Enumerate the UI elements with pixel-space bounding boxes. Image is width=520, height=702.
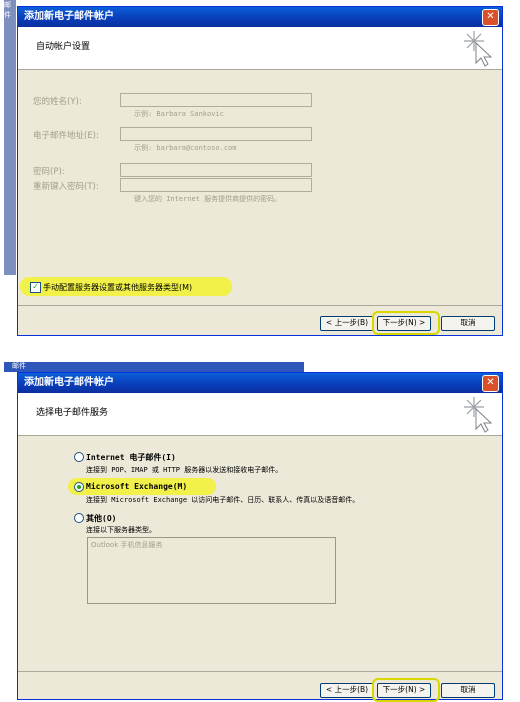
other-label: 其他(O) [86,514,117,523]
retype-password-label: 重新键入密码(T): [33,182,99,192]
cancel-button[interactable]: 取消 [441,683,495,698]
header-title: 选择电子邮件服务 [36,408,109,418]
exchange-desc: 连接到 Microsoft Exchange 以访问电子邮件、日历、联系人、传真… [86,496,360,504]
background-window-label: 邮件 [12,362,26,370]
footer-separator [18,305,502,306]
password-label: 密码(P): [33,167,65,177]
email-label: 电子邮件地址(E): [33,131,99,141]
manual-config-label: 手动配置服务器设置或其他服务器类型(M) [43,283,193,292]
background-taskbar: 邮件 [4,362,304,372]
next-button[interactable]: 下一步(N) > [377,683,431,698]
close-icon: ✕ [486,11,495,22]
add-account-dialog-1: 添加新电子邮件帐户 ✕ 自动帐户设置 您的姓名(Y): 示例: Barbara … [17,6,503,336]
exchange-radio[interactable] [74,482,84,492]
title-bar: 添加新电子邮件帐户 ✕ [18,7,502,27]
name-input[interactable] [120,93,312,107]
wizard-sparkle-icon [464,397,493,433]
add-account-dialog-2: 添加新电子邮件帐户 ✕ 选择电子邮件服务 Internet 电子邮件(I) 连接… [17,372,503,702]
wizard-sparkle-icon [464,31,493,67]
name-hint: 示例: Barbara Sankovic [134,110,224,118]
cancel-button[interactable]: 取消 [441,316,495,331]
close-icon: ✕ [486,377,495,388]
header-title: 自动帐户设置 [36,42,91,52]
other-radio[interactable] [74,513,84,523]
other-server-list[interactable]: Outlook 手机信息服务 [87,537,336,604]
email-hint: 示例: barbara@contoso.com [134,144,237,152]
back-button[interactable]: < 上一步(B) [320,683,374,698]
name-label: 您的姓名(Y): [33,97,82,107]
background-window-label: 邮件 [4,1,11,19]
dialog-header: 自动帐户设置 [18,27,502,70]
back-button[interactable]: < 上一步(B) [320,316,374,331]
exchange-label: Microsoft Exchange(M) [86,482,188,491]
other-desc: 连接以下服务器类型。 [86,526,156,534]
dialog-header: 选择电子邮件服务 [18,393,502,436]
retype-password-input[interactable] [120,178,312,192]
next-button[interactable]: 下一步(N) > [377,316,431,331]
internet-email-radio[interactable] [74,452,84,462]
email-input[interactable] [120,127,312,141]
close-button[interactable]: ✕ [482,375,499,392]
manual-config-checkbox[interactable]: ✓ [30,282,41,293]
close-button[interactable]: ✕ [482,9,499,26]
password-input[interactable] [120,163,312,177]
password-hint: 键入您的 Internet 服务提供商提供的密码。 [134,195,282,203]
list-item[interactable]: Outlook 手机信息服务 [91,540,162,550]
dialog-title: 添加新电子邮件帐户 [24,377,114,388]
internet-email-label: Internet 电子邮件(I) [86,453,176,462]
background-window: 邮件 [4,0,16,275]
internet-email-desc: 连接到 POP、IMAP 或 HTTP 服务器以发送和接收电子邮件。 [86,466,283,474]
dialog-title: 添加新电子邮件帐户 [24,11,114,22]
title-bar: 添加新电子邮件帐户 ✕ [18,373,502,393]
footer-separator [18,671,502,672]
